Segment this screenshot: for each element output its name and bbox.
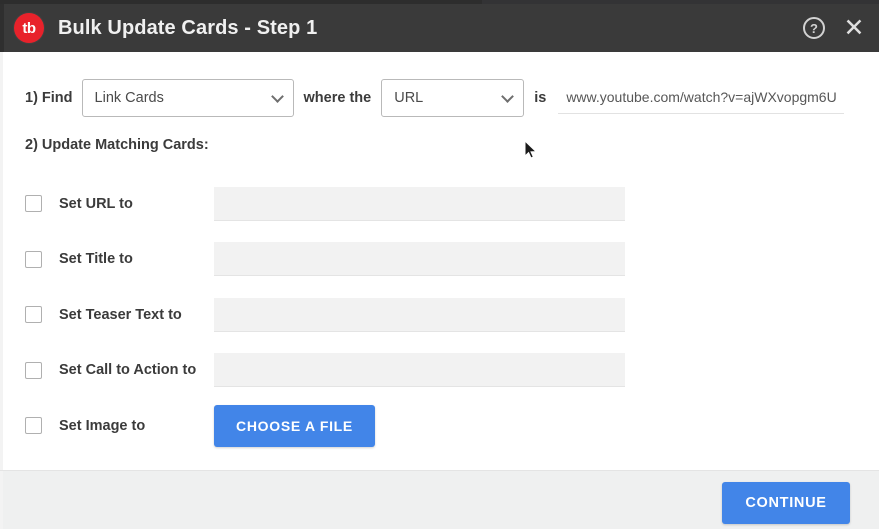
- modal-title: Bulk Update Cards - Step 1: [58, 16, 318, 39]
- update-rows-list: Set URL to Set Title to Set Teaser Text …: [25, 176, 865, 454]
- help-button[interactable]: ?: [801, 15, 827, 41]
- where-the-label: where the: [303, 90, 372, 106]
- update-section-heading: 2) Update Matching Cards:: [25, 137, 209, 153]
- card-type-select-value: Link Cards: [94, 90, 164, 106]
- modal-footer: CONTINUE: [0, 470, 879, 529]
- close-icon: ✕: [843, 13, 865, 42]
- set-call-to-action-input[interactable]: [214, 353, 625, 388]
- find-label: 1) Find: [25, 90, 73, 106]
- choose-a-file-button[interactable]: CHOOSE A FILE: [214, 404, 375, 447]
- footer-left-edge: [0, 471, 3, 529]
- set-call-to-action-checkbox[interactable]: [25, 361, 42, 379]
- set-call-to-action-label: Set Call to Action to: [59, 362, 197, 379]
- update-row: Set Teaser Text to: [25, 287, 865, 343]
- update-row: Set Title to: [25, 232, 865, 288]
- tb-logo-text: tb: [22, 19, 36, 37]
- is-label: is: [534, 90, 547, 106]
- header-left-edge: [0, 4, 4, 52]
- chevron-down-icon: [501, 90, 515, 103]
- update-row: Set Call to Action to: [25, 343, 865, 399]
- continue-button[interactable]: CONTINUE: [722, 482, 850, 524]
- bulk-update-cards-modal: tb Bulk Update Cards - Step 1 ? ✕ 1) Fin…: [0, 0, 879, 529]
- set-url-checkbox[interactable]: [25, 195, 42, 213]
- field-select-value: URL: [394, 90, 424, 106]
- set-title-label: Set Title to: [59, 251, 133, 268]
- card-type-select[interactable]: Link Cards: [81, 79, 294, 117]
- tb-logo-icon: tb: [14, 13, 44, 43]
- set-image-checkbox[interactable]: [25, 417, 42, 435]
- set-image-label: Set Image to: [59, 417, 146, 434]
- field-select[interactable]: URL: [381, 79, 525, 117]
- set-url-input[interactable]: [214, 186, 625, 221]
- find-criteria-row: 1) Find Link Cards where the URL is: [25, 79, 845, 117]
- modal-body: 1) Find Link Cards where the URL is 2) U…: [0, 52, 879, 470]
- modal-header: tb Bulk Update Cards - Step 1 ? ✕: [0, 4, 879, 52]
- header-actions: ? ✕: [801, 4, 867, 52]
- update-row: Set Image to CHOOSE A FILE: [25, 398, 865, 454]
- set-teaser-text-label: Set Teaser Text to: [59, 306, 182, 323]
- close-button[interactable]: ✕: [841, 15, 867, 41]
- set-title-input[interactable]: [214, 242, 625, 277]
- chevron-down-icon: [270, 90, 284, 103]
- set-teaser-text-input[interactable]: [214, 297, 625, 332]
- match-value-input[interactable]: [558, 82, 845, 114]
- update-row: Set URL to: [25, 176, 865, 232]
- set-teaser-text-checkbox[interactable]: [25, 306, 42, 324]
- set-url-label: Set URL to: [59, 195, 133, 212]
- help-icon: ?: [803, 17, 825, 39]
- set-title-checkbox[interactable]: [25, 250, 42, 268]
